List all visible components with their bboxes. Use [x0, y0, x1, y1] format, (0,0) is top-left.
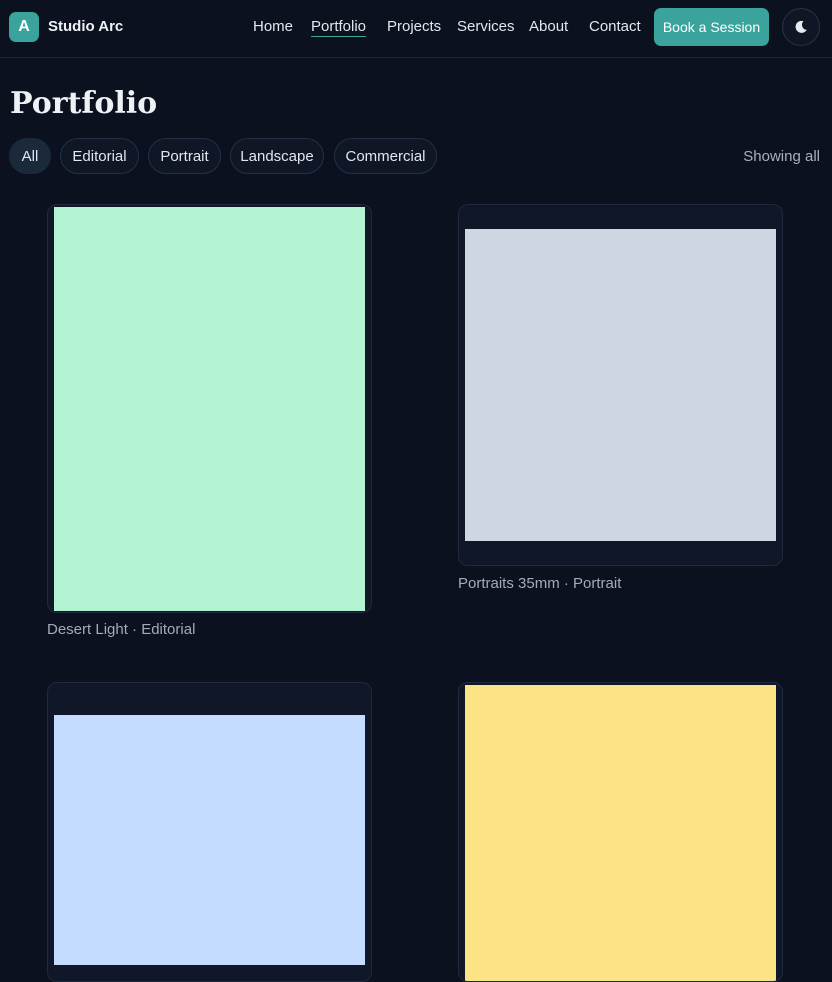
nav-link-projects[interactable]: Projects [387, 18, 441, 35]
portfolio-caption: Portraits 35mm · Portrait [458, 575, 622, 592]
nav-link-services[interactable]: Services [457, 18, 515, 35]
portfolio-card-portraits-35mm[interactable] [458, 204, 783, 566]
top-navigation-bar: A Studio Arc Home Portfolio Projects Ser… [0, 0, 832, 58]
results-status: Showing all [743, 148, 820, 165]
portfolio-image [465, 229, 776, 541]
book-session-button[interactable]: Book a Session [654, 8, 769, 46]
filter-chip-editorial[interactable]: Editorial [60, 138, 139, 174]
brand-name[interactable]: Studio Arc [48, 18, 123, 35]
filter-chip-landscape[interactable]: Landscape [230, 138, 324, 174]
nav-link-contact[interactable]: Contact [589, 18, 641, 35]
moon-icon [795, 20, 807, 33]
page-title: Portfolio [10, 86, 158, 121]
portfolio-caption: Desert Light · Editorial [47, 621, 196, 638]
nav-link-home[interactable]: Home [253, 18, 293, 35]
portfolio-card-desert-light[interactable] [47, 204, 372, 613]
nav-link-portfolio[interactable]: Portfolio [311, 18, 367, 37]
portfolio-image [54, 207, 365, 611]
portfolio-image [465, 685, 776, 981]
portfolio-card[interactable] [47, 682, 372, 982]
theme-toggle-button[interactable] [782, 8, 820, 46]
nav-link-about[interactable]: About [529, 18, 568, 35]
filter-chip-all[interactable]: All [9, 138, 51, 174]
portfolio-card[interactable] [458, 682, 783, 982]
filter-chip-commercial[interactable]: Commercial [334, 138, 437, 174]
logo-badge[interactable]: A [9, 12, 39, 42]
portfolio-image [54, 715, 365, 965]
filter-chip-portrait[interactable]: Portrait [148, 138, 221, 174]
